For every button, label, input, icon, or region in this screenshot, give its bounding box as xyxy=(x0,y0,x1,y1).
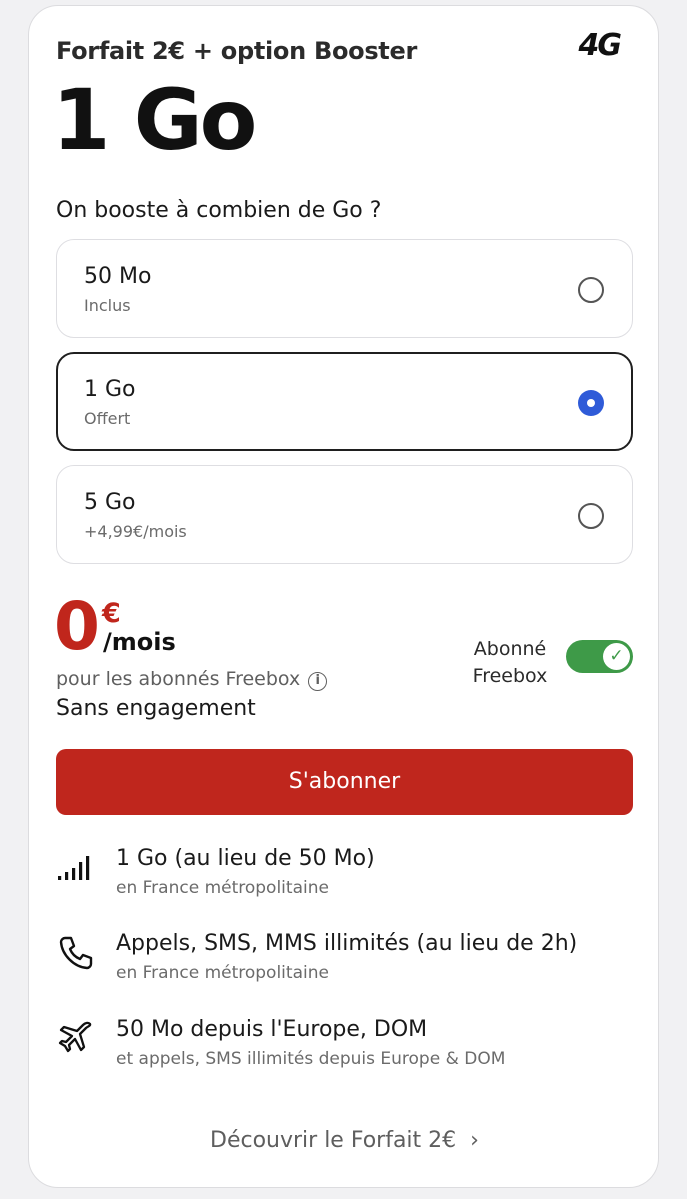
plan-subtitle: Forfait 2€ + option Booster xyxy=(56,37,417,65)
radio-button[interactable] xyxy=(578,503,604,529)
option-sublabel: Offert xyxy=(84,409,131,428)
signal-bars-icon xyxy=(58,856,90,880)
option-label: 5 Go xyxy=(84,490,136,515)
info-icon[interactable]: i xyxy=(308,672,328,691)
feature-calls: Appels, SMS, MMS illimités (au lieu de 2… xyxy=(56,931,636,991)
discover-plan-link[interactable]: Découvrir le Forfait 2€ › xyxy=(29,1128,660,1153)
radio-button-selected[interactable] xyxy=(578,390,604,416)
feature-subtitle: en France métropolitaine xyxy=(116,878,329,898)
network-4g-icon: 4G xyxy=(578,28,622,63)
booster-option-1go[interactable]: 1 Go Offert xyxy=(56,352,633,451)
feature-title: 50 Mo depuis l'Europe, DOM xyxy=(116,1017,428,1042)
discover-link-label: Découvrir le Forfait 2€ xyxy=(210,1128,457,1153)
feature-title: 1 Go (au lieu de 50 Mo) xyxy=(116,846,375,871)
check-icon: ✓ xyxy=(603,643,630,670)
freebox-note-text: pour les abonnés Freebox xyxy=(56,668,301,690)
feature-data: 1 Go (au lieu de 50 Mo) en France métrop… xyxy=(56,846,636,906)
airplane-icon xyxy=(58,1021,92,1053)
price-currency: € xyxy=(102,598,121,629)
feature-roaming: 50 Mo depuis l'Europe, DOM et appels, SM… xyxy=(56,1017,636,1077)
feature-subtitle: en France métropolitaine xyxy=(116,963,329,983)
option-label: 50 Mo xyxy=(84,264,152,289)
commitment-text: Sans engagement xyxy=(56,696,256,721)
feature-subtitle: et appels, SMS illimités depuis Europe &… xyxy=(116,1049,506,1069)
price-amount: 0 xyxy=(54,588,100,665)
phone-icon xyxy=(59,936,93,970)
plan-data-amount: 1 Go xyxy=(52,71,257,169)
option-label: 1 Go xyxy=(84,377,136,402)
subscribe-button[interactable]: S'abonner xyxy=(56,749,633,815)
freebox-toggle[interactable]: ✓ xyxy=(566,640,633,673)
booster-option-5go[interactable]: 5 Go +4,99€/mois xyxy=(56,465,633,564)
booster-option-50mo[interactable]: 50 Mo Inclus xyxy=(56,239,633,338)
chevron-right-icon: › xyxy=(470,1128,479,1153)
booster-question: On booste à combien de Go ? xyxy=(56,198,382,223)
offer-card: Forfait 2€ + option Booster 4G 1 Go On b… xyxy=(28,5,659,1188)
price-period: /mois xyxy=(103,628,176,656)
option-sublabel: +4,99€/mois xyxy=(84,522,187,541)
freebox-toggle-label: Abonné Freebox xyxy=(472,638,548,687)
radio-button[interactable] xyxy=(578,277,604,303)
option-sublabel: Inclus xyxy=(84,296,131,315)
freebox-price-note: pour les abonnés Freebox i xyxy=(56,668,328,691)
feature-title: Appels, SMS, MMS illimités (au lieu de 2… xyxy=(116,931,578,956)
